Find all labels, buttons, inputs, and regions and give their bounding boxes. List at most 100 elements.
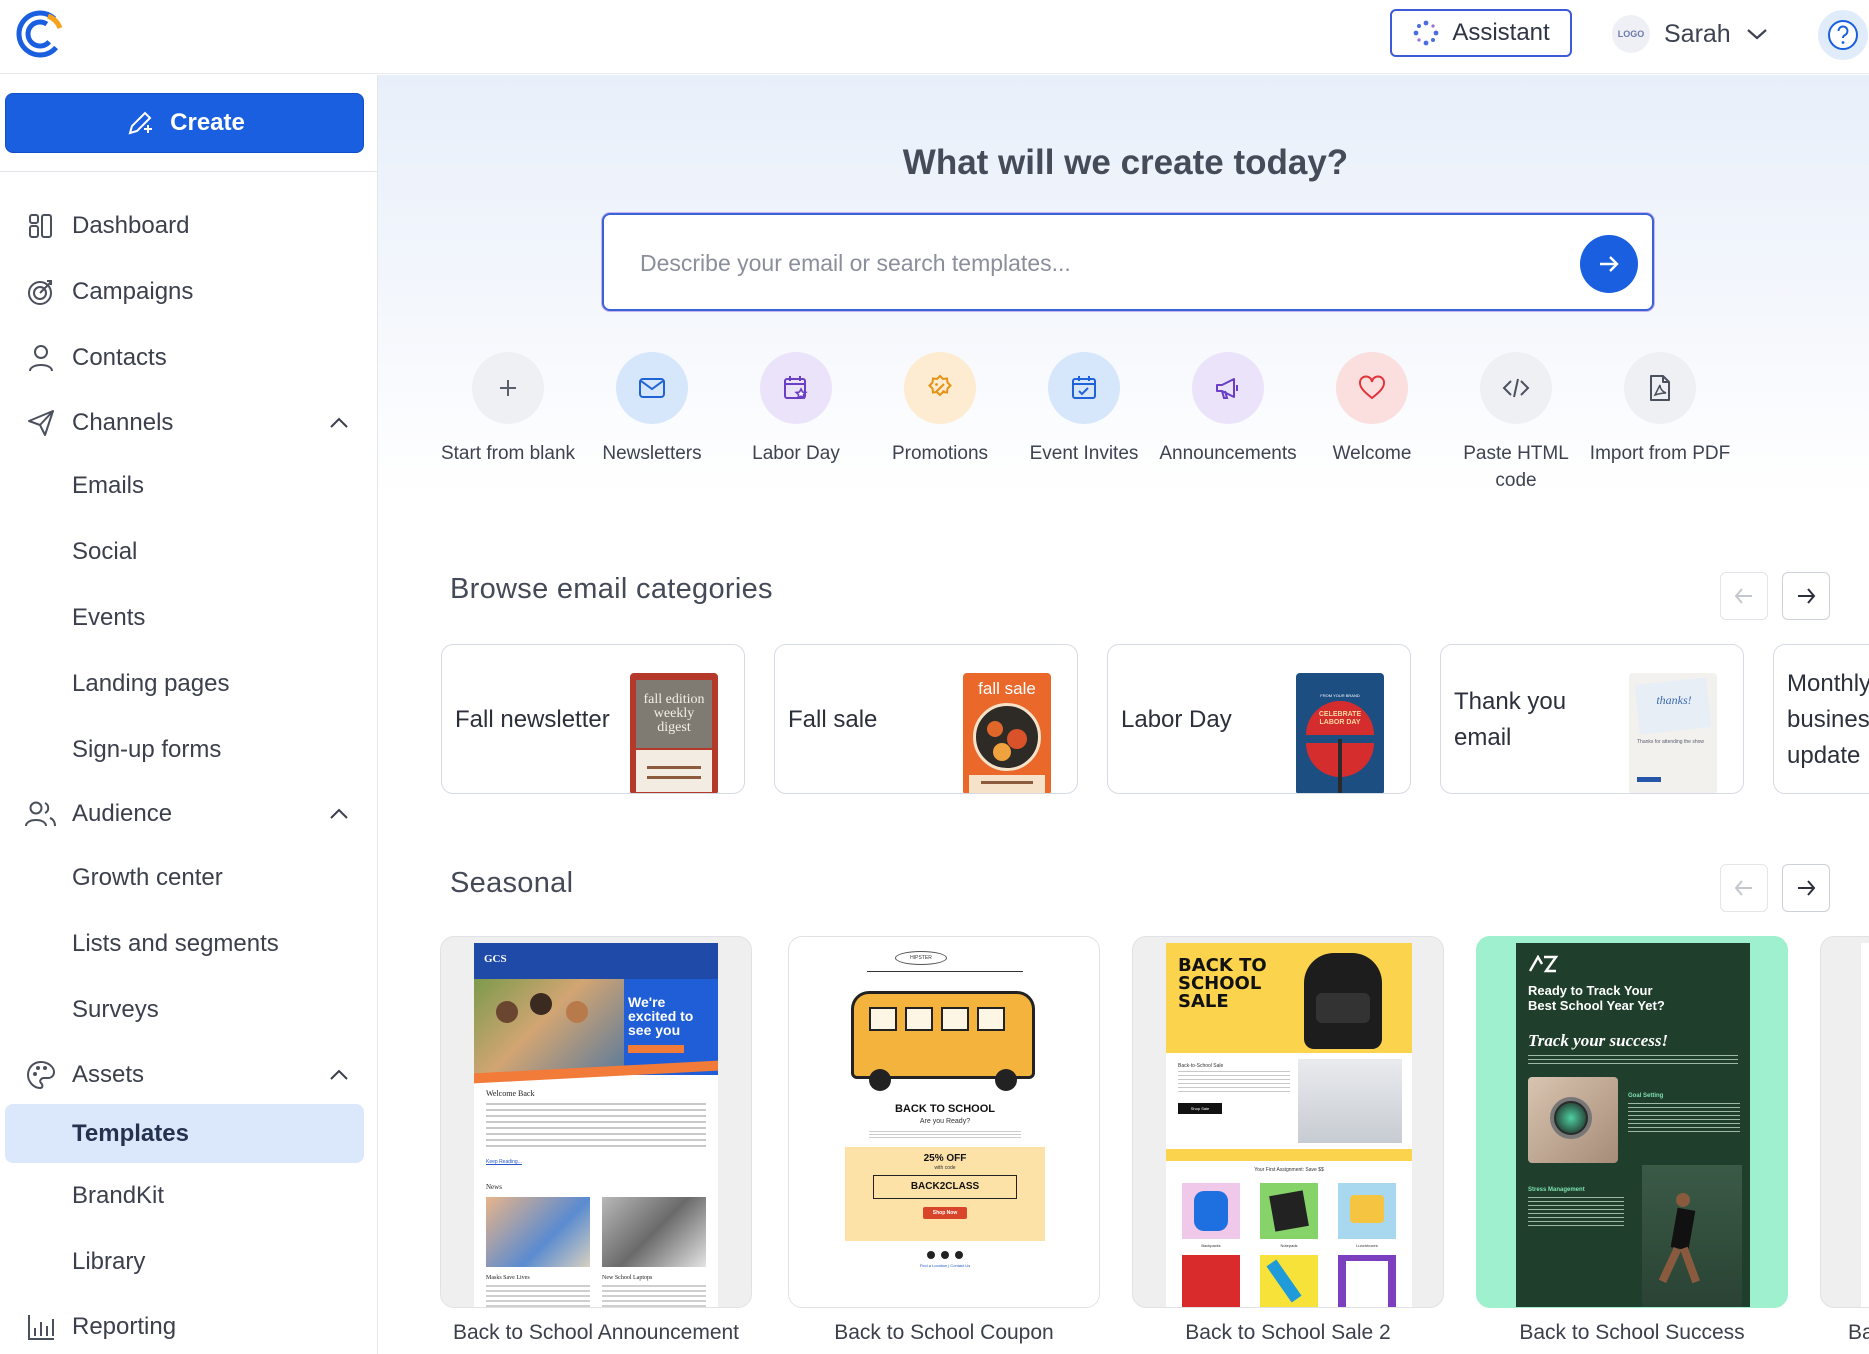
quick-action-label: Event Invites [1029, 443, 1139, 464]
sidebar-item-reporting[interactable]: Reporting [0, 1301, 377, 1353]
section-title-categories: Browse email categories [450, 573, 773, 605]
sidebar-item-label: BrandKit [72, 1182, 165, 1209]
category-label: Thank you email [1454, 688, 1567, 751]
sidebar-item-dashboard[interactable]: Dashboard [0, 200, 377, 252]
person-icon [24, 341, 58, 375]
template-preview: BACK TO SCHOOL SALE Back-to-School Sale … [1166, 943, 1412, 1307]
sidebar-item-social[interactable]: Social [0, 526, 377, 578]
template-item-label: Lunchboxes [1356, 1243, 1378, 1248]
template-card-back-to-school-sale-2[interactable]: BACK TO SCHOOL SALE Back-to-School Sale … [1132, 936, 1444, 1308]
thumbnail-title: fall edition weekly digest [636, 680, 712, 748]
chevron-up-icon[interactable] [329, 417, 349, 429]
chevron-up-icon[interactable] [329, 808, 349, 820]
arrow-left-icon [1734, 880, 1752, 896]
constant-contact-logo-icon[interactable] [14, 8, 66, 60]
sidebar-item-label: Social [72, 538, 138, 565]
category-label: Fall sale [788, 706, 878, 733]
template-card-partial[interactable] [1820, 936, 1869, 1308]
category-label: Fall newsletter [455, 706, 610, 733]
thumbnail-title: thanks! [1656, 693, 1692, 707]
sidebar-item-channels[interactable]: Channels [0, 397, 377, 449]
template-subheading: Back-to-School Sale [1178, 1063, 1224, 1069]
search-input[interactable] [640, 243, 1540, 283]
quick-action-welcome[interactable]: Welcome [1300, 352, 1444, 467]
seasonal-prev-button[interactable] [1720, 864, 1768, 912]
sidebar-item-library[interactable]: Library [0, 1236, 377, 1288]
labor-day-thumbnail: FROM YOUR BRAND CELEBRATE LABOR DAY [1296, 673, 1384, 793]
category-label: Labor Day [1121, 706, 1232, 733]
sidebar-item-label: Surveys [72, 996, 159, 1023]
quick-action-label: Start from blank [440, 443, 576, 464]
sidebar-item-emails[interactable]: Emails [0, 460, 377, 512]
sidebar-item-sign-up-forms[interactable]: Sign-up forms [0, 724, 377, 776]
search-submit-button[interactable] [1580, 235, 1638, 293]
brand-logo-icon [1528, 955, 1558, 973]
arrow-right-icon [1600, 256, 1619, 272]
sidebar-item-assets[interactable]: Assets [0, 1049, 377, 1101]
sidebar-item-label: Channels [72, 409, 174, 436]
chevron-up-icon[interactable] [329, 1069, 349, 1081]
quick-action-label: Paste HTML code [1463, 443, 1569, 491]
template-link: Keep Reading... [486, 1159, 522, 1165]
template-headline: BACK TO SCHOOL SALE [1178, 955, 1267, 1012]
sidebar-item-campaigns[interactable]: Campaigns [0, 266, 377, 318]
sidebar-item-label: Templates [72, 1119, 189, 1147]
quick-action-paste-html-code[interactable]: Paste HTML code [1444, 352, 1588, 494]
template-caption: Back to School Coupon [834, 1321, 1054, 1344]
categories-next-button[interactable] [1782, 572, 1830, 620]
heart-icon [1336, 352, 1408, 424]
category-card-labor-day[interactable]: Labor Day FROM YOUR BRAND CELEBRATE LABO… [1107, 644, 1411, 794]
template-script: Track your success! [1528, 1031, 1669, 1050]
sidebar-item-landing-pages[interactable]: Landing pages [0, 658, 377, 710]
category-card-fall-newsletter[interactable]: Fall newsletter fall edition weekly dige… [441, 644, 745, 794]
page-title: What will we create today? [902, 143, 1349, 182]
quick-action-start-from-blank[interactable]: Start from blank [436, 352, 580, 467]
sidebar-item-label: Campaigns [72, 278, 194, 305]
template-caption: Back to School Sale 2 [1185, 1321, 1391, 1344]
create-label: Create [170, 109, 245, 136]
create-button[interactable]: Create [5, 93, 364, 153]
sidebar-item-label: Sign-up forms [72, 736, 222, 763]
assistant-button[interactable]: Assistant [1390, 9, 1572, 57]
template-card-back-to-school-coupon[interactable]: HIPSTER BACK TO SCHOOL Are you Ready? 25… [788, 936, 1100, 1308]
sidebar-divider [0, 171, 377, 172]
quick-action-import-from-pdf[interactable]: Import from PDF [1588, 352, 1732, 467]
sidebar-item-brandkit[interactable]: BrandKit [0, 1170, 377, 1222]
template-brand: GCS [484, 953, 507, 965]
template-section: Goal Setting [1628, 1093, 1664, 1099]
sidebar-item-templates[interactable]: Templates [5, 1104, 364, 1163]
template-news-title: Masks Save Lives [486, 1275, 530, 1281]
sidebar-item-surveys[interactable]: Surveys [0, 984, 377, 1036]
quick-action-newsletters[interactable]: Newsletters [580, 352, 724, 467]
quick-action-labor-day[interactable]: Labor Day [724, 352, 868, 467]
template-card-back-to-school-success[interactable]: Ready to Track Your Best School Year Yet… [1476, 936, 1788, 1308]
quick-action-label: Labor Day [752, 443, 840, 464]
sidebar-item-events[interactable]: Events [0, 592, 377, 644]
template-subheading: Welcome Back [486, 1089, 535, 1098]
user-menu[interactable]: LOGO Sarah [1612, 12, 1769, 56]
template-preview [1861, 943, 1869, 1307]
main-content: What will we create today? Start from bl… [378, 75, 1869, 1354]
assistant-label: Assistant [1452, 19, 1550, 46]
search-box[interactable] [602, 213, 1654, 311]
sidebar-item-audience[interactable]: Audience [0, 788, 377, 840]
sidebar-item-lists-and-segments[interactable]: Lists and segments [0, 918, 377, 970]
seasonal-next-button[interactable] [1782, 864, 1830, 912]
top-bar: Assistant LOGO Sarah [0, 0, 1869, 74]
category-card-monthly-business-update[interactable]: Monthly business update [1773, 644, 1869, 794]
sidebar-item-label: Audience [72, 800, 173, 827]
category-label: Monthly business update [1787, 670, 1869, 769]
template-card-back-to-school-announcement[interactable]: GCS We're excited to see you Welcome Bac… [440, 936, 752, 1308]
sidebar-item-label: Landing pages [72, 670, 230, 697]
sidebar-item-growth-center[interactable]: Growth center [0, 852, 377, 904]
quick-action-event-invites[interactable]: Event Invites [1012, 352, 1156, 467]
sidebar-item-contacts[interactable]: Contacts [0, 332, 377, 384]
calendar-star-icon [760, 352, 832, 424]
quick-action-label: Welcome [1332, 443, 1412, 464]
quick-action-promotions[interactable]: Promotions [868, 352, 1012, 467]
help-button[interactable] [1818, 10, 1868, 60]
category-card-thank-you-email[interactable]: Thank you email thanks! Thanks for atten… [1440, 644, 1744, 794]
quick-action-announcements[interactable]: Announcements [1156, 352, 1300, 467]
category-card-fall-sale[interactable]: Fall sale fall sale [774, 644, 1078, 794]
categories-prev-button[interactable] [1720, 572, 1768, 620]
